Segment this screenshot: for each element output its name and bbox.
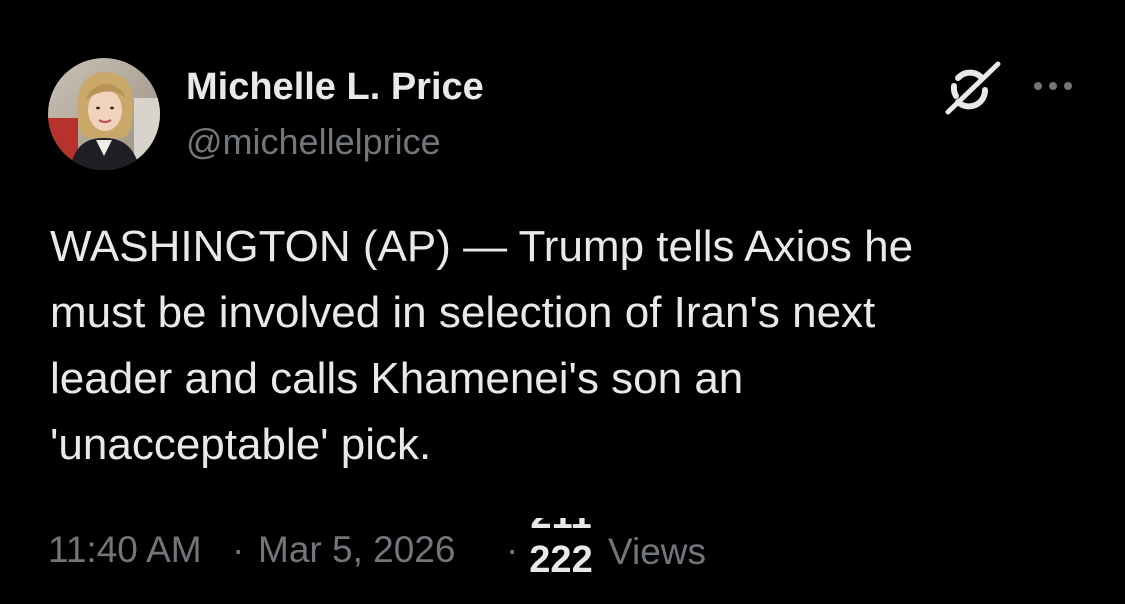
author-block[interactable]: Michelle L. Price @michellelprice: [186, 64, 484, 164]
tweet-time[interactable]: 11:40 AM: [48, 528, 202, 572]
more-options-icon[interactable]: [1030, 70, 1076, 102]
views-count-previous: 211: [526, 518, 596, 538]
tweet-text: WASHINGTON (AP) — Trump tells Axios he m…: [50, 222, 914, 469]
meta-separator: ·: [506, 529, 519, 570]
author-display-name[interactable]: Michelle L. Price: [186, 64, 484, 110]
views-count[interactable]: 211 222: [526, 518, 596, 572]
grok-icon[interactable]: [940, 60, 1002, 116]
tweet[interactable]: Michelle L. Price @michellelprice WASHIN…: [0, 0, 1125, 604]
author-handle[interactable]: @michellelprice: [186, 120, 484, 164]
meta-separator: ·: [232, 529, 245, 570]
views-label[interactable]: Views: [608, 530, 706, 574]
avatar-image: [48, 58, 160, 170]
views-count-rolling: 211 222: [526, 518, 596, 572]
tweet-metadata: 11:40 AM · Mar 5, 2026 · 211 222 Views: [48, 518, 1108, 588]
avatar[interactable]: [48, 58, 160, 170]
tweet-date[interactable]: Mar 5, 2026: [258, 528, 455, 572]
views-count-next: 222: [529, 539, 593, 572]
